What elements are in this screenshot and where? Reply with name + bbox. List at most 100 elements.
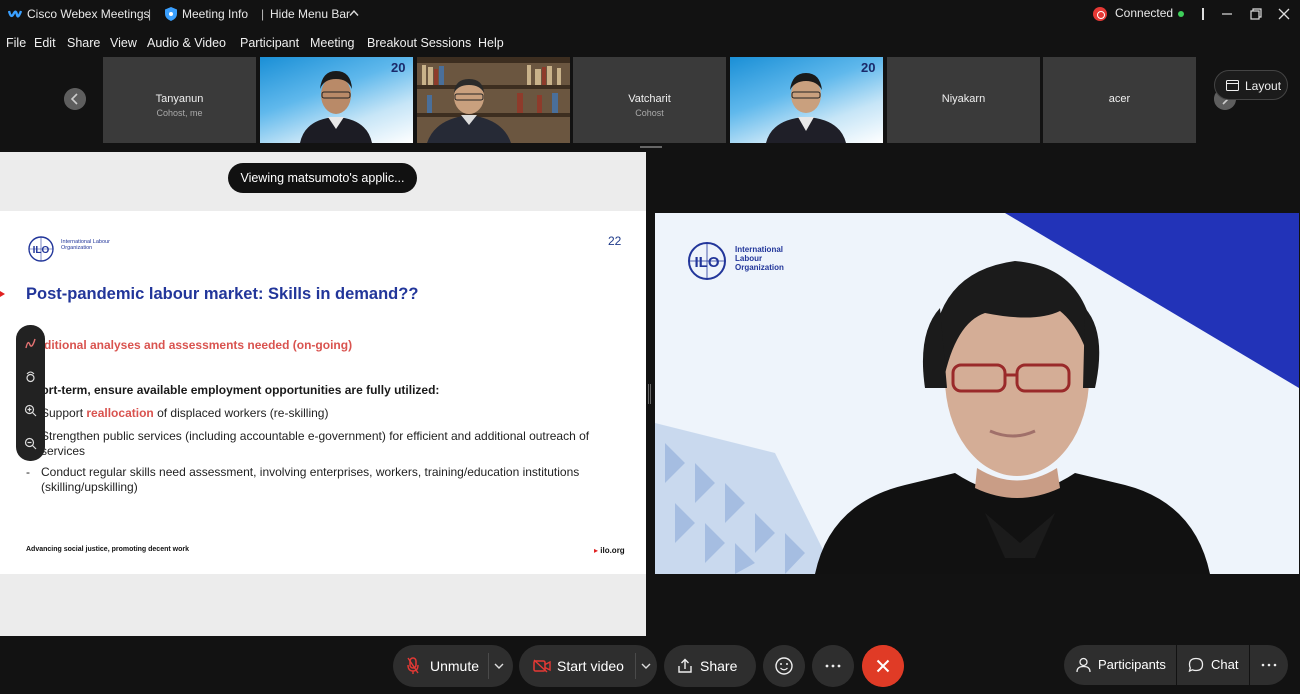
viewing-notice: Viewing matsumoto's applic...	[228, 163, 417, 193]
connection-status[interactable]: Connected	[1115, 6, 1173, 20]
bullet-text: Conduct regular skills need assessment, …	[41, 465, 580, 479]
slide-subtitle: ditional analyses and assessments needed…	[44, 338, 353, 352]
shield-icon	[165, 7, 177, 21]
logo-line: International	[735, 245, 784, 254]
scroll-left-button[interactable]	[64, 88, 86, 110]
presentation-slide: ILO International Labour Organization 22…	[0, 211, 646, 574]
title-bar: Cisco Webex Meetings | Meeting Info | Hi…	[0, 0, 1300, 28]
video-off-icon	[533, 659, 551, 673]
participant-tile-tanyanun[interactable]: Tanyanun Cohost, me	[103, 57, 256, 143]
pointer-icon[interactable]	[24, 370, 37, 383]
slide-bullet: Strengthen public services (including ac…	[41, 429, 589, 459]
slide-number: 22	[608, 234, 622, 248]
chat-label: Chat	[1211, 657, 1239, 672]
svg-text:ILO: ILO	[695, 254, 720, 271]
menu-participant[interactable]: Participant	[240, 36, 299, 50]
bullet-text: Support	[41, 406, 87, 420]
participant-video-tile[interactable]: 20	[260, 57, 413, 143]
start-video-label: Start video	[557, 658, 624, 674]
ilo-logo-text: International Labour Organization	[61, 239, 110, 251]
title-separator: |	[261, 7, 265, 21]
microphone-muted-icon	[407, 657, 419, 674]
bullet-highlight: reallocation	[86, 406, 154, 420]
control-divider	[635, 653, 636, 679]
title-separator: |	[148, 7, 152, 21]
slide-marker-icon	[0, 291, 5, 297]
bullet-text: Strengthen public services (including ac…	[41, 429, 590, 443]
connection-status-icon	[1093, 7, 1107, 21]
slide-bullet: Support reallocation of displaced worker…	[41, 406, 328, 421]
logo-line: Organization	[735, 263, 784, 272]
chevron-down-icon[interactable]	[641, 663, 651, 670]
zoom-out-icon[interactable]	[24, 437, 37, 450]
participants-icon	[1076, 657, 1091, 673]
menu-meeting[interactable]: Meeting	[310, 36, 354, 50]
slide-bullet: Conduct regular skills need assessment, …	[41, 465, 579, 495]
start-video-button[interactable]: Start video	[519, 645, 657, 687]
slide-footer: Advancing social justice, promoting dece…	[26, 546, 189, 553]
event-badge: 20	[861, 60, 876, 75]
menu-help[interactable]: Help	[478, 36, 504, 50]
more-options-button[interactable]	[812, 645, 854, 687]
close-window-icon[interactable]	[1273, 4, 1295, 24]
chat-icon	[1188, 657, 1204, 673]
control-divider	[488, 653, 489, 679]
menu-breakout-sessions[interactable]: Breakout Sessions	[367, 36, 471, 50]
menu-audio-video[interactable]: Audio & Video	[147, 36, 226, 50]
more-icon	[1261, 663, 1277, 667]
more-panels-button[interactable]	[1250, 645, 1288, 685]
bullet-text: (skilling/upskilling)	[41, 480, 138, 494]
meeting-info-button[interactable]: Meeting Info	[182, 7, 248, 21]
participant-video-tile[interactable]	[417, 57, 570, 143]
end-meeting-button[interactable]	[862, 645, 904, 687]
resize-handle-vertical[interactable]	[648, 384, 651, 404]
layout-label: Layout	[1245, 79, 1282, 93]
active-speaker-video[interactable]: ILO International Labour Organization	[655, 213, 1299, 574]
layout-button[interactable]: Layout	[1214, 70, 1288, 100]
participant-role: Cohost, me	[156, 108, 203, 118]
hide-menu-bar-button[interactable]: Hide Menu Bar	[270, 7, 350, 21]
bullet-text: services	[41, 444, 86, 458]
resize-handle-horizontal[interactable]	[640, 146, 662, 148]
minimize-icon[interactable]	[1216, 4, 1238, 24]
ilo-logo: ILO International Labour Organization	[25, 236, 110, 267]
restore-icon[interactable]	[1245, 4, 1267, 24]
connected-dot-icon	[1178, 11, 1184, 17]
reactions-button[interactable]	[763, 645, 805, 687]
unmute-label: Unmute	[430, 658, 480, 674]
webex-logo-icon	[8, 10, 22, 18]
participant-video	[417, 57, 570, 143]
participant-name: Niyakarn	[941, 93, 986, 105]
zoom-in-icon[interactable]	[24, 404, 37, 417]
share-button[interactable]: Share	[664, 645, 756, 687]
menu-share[interactable]: Share	[67, 36, 100, 50]
participant-name: Vatcharit	[628, 93, 671, 105]
menu-view[interactable]: View	[110, 36, 137, 50]
participant-tile-niyakarn[interactable]: Niyakarn	[887, 57, 1040, 143]
participant-tile-acer[interactable]: acer	[1043, 57, 1196, 143]
participant-video-tile[interactable]: 20	[730, 57, 883, 143]
ilo-emblem-icon: ILO	[688, 242, 726, 280]
menu-bar: File Edit Share View Audio & Video Parti…	[0, 32, 1300, 54]
ilo-emblem-icon: ILO	[28, 236, 54, 262]
participant-tile-vatcharit[interactable]: Vatcharit Cohost	[573, 57, 726, 143]
menu-edit[interactable]: Edit	[34, 36, 56, 50]
ilo-logo-text: International Labour Organization	[735, 245, 815, 272]
participants-button[interactable]: Participants	[1064, 645, 1176, 685]
site-text: ilo.org	[600, 546, 625, 555]
chevron-down-icon[interactable]	[494, 663, 504, 670]
app-title: Cisco Webex Meetings	[27, 7, 150, 21]
participant-role: Cohost	[635, 108, 664, 118]
chevron-up-icon[interactable]	[349, 9, 359, 17]
slide-site: ▸ ilo.org	[594, 546, 625, 555]
bullet-dash: -	[26, 465, 30, 479]
svg-text:ILO: ILO	[33, 245, 50, 256]
ilo-logo: ILO International Labour Organization	[683, 241, 784, 286]
menu-file[interactable]: File	[6, 36, 26, 50]
share-icon	[678, 658, 692, 673]
chat-button[interactable]: Chat	[1177, 645, 1249, 685]
unmute-button[interactable]: Unmute	[393, 645, 513, 687]
annotate-pen-icon[interactable]	[24, 337, 37, 350]
bullet-text: of displaced workers (re-skilling)	[153, 406, 329, 420]
logo-line: Labour	[735, 254, 763, 263]
